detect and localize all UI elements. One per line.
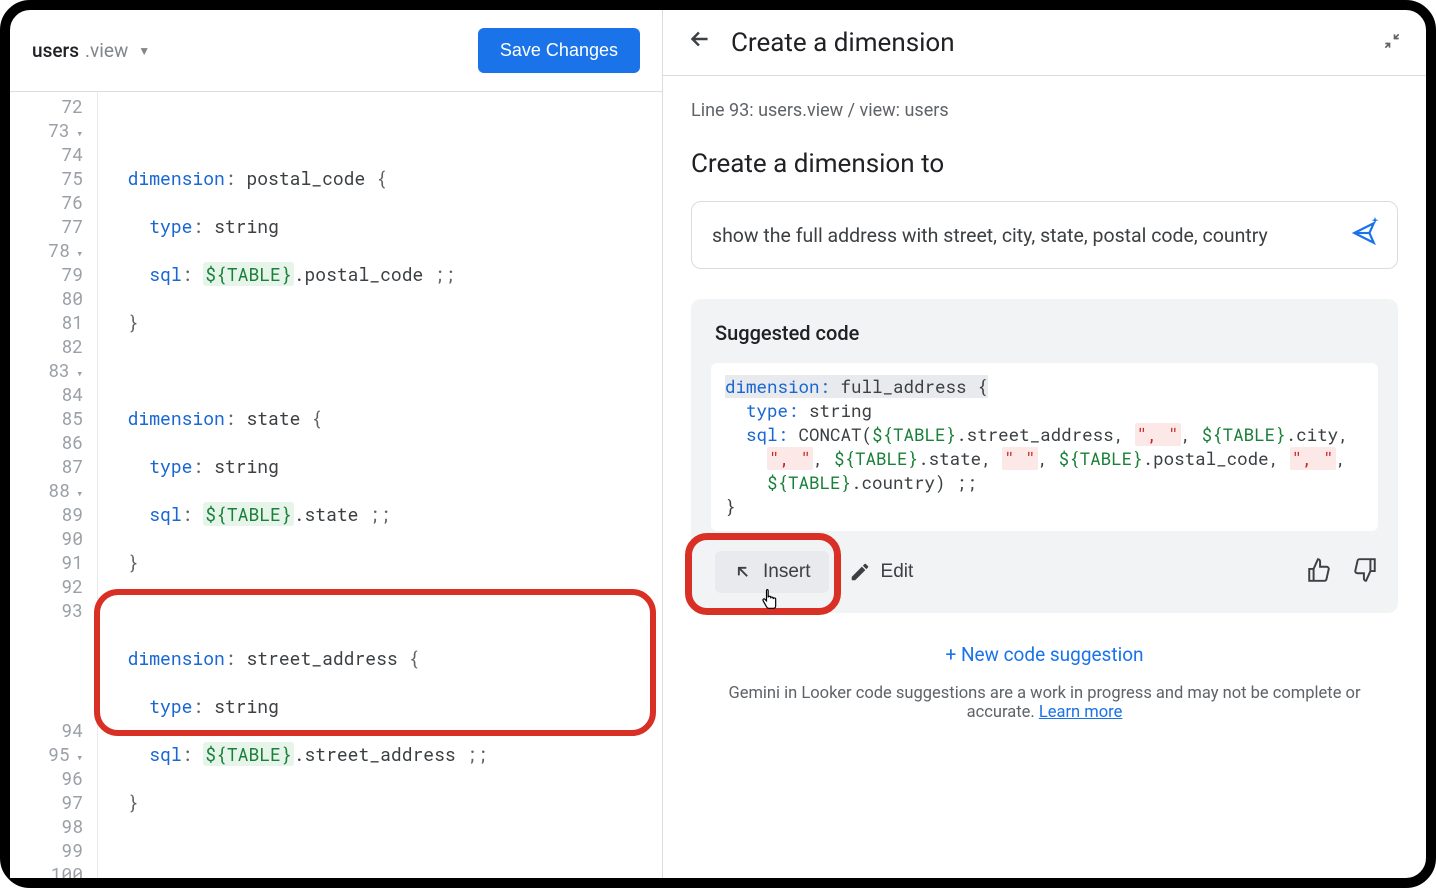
file-tab[interactable]: users .view ▼ xyxy=(32,39,150,62)
prompt-input[interactable]: show the full address with street, city,… xyxy=(691,201,1398,269)
send-button[interactable] xyxy=(1351,220,1377,250)
new-suggestion-link[interactable]: + New code suggestion xyxy=(691,643,1398,666)
ai-assistant-panel: Create a dimension Line 93: users.view /… xyxy=(663,10,1426,878)
edit-button[interactable]: Edit xyxy=(849,561,914,583)
file-ext: .view xyxy=(85,39,128,62)
pencil-icon xyxy=(849,561,871,583)
prompt-text[interactable]: show the full address with street, city,… xyxy=(712,224,1337,247)
disclaimer-text: Gemini in Looker code suggestions are a … xyxy=(691,684,1398,722)
save-button[interactable]: Save Changes xyxy=(478,28,640,73)
code-area[interactable]: 72 73 74 75 76 77 78 79 80 81 82 83 84 8… xyxy=(10,92,662,878)
editor-header: users .view ▼ Save Changes xyxy=(10,10,662,92)
code-editor-panel: users .view ▼ Save Changes 72 73 74 75 76… xyxy=(10,10,663,878)
panel-title: Create a dimension xyxy=(731,28,1364,58)
ai-header: Create a dimension xyxy=(663,10,1426,76)
learn-more-link[interactable]: Learn more xyxy=(1039,703,1122,722)
prompt-heading: Create a dimension to xyxy=(691,149,1398,179)
file-name: users xyxy=(32,39,79,62)
suggestion-card: Suggested code dimension: full_address {… xyxy=(691,299,1398,613)
code-content[interactable]: dimension: postal_code { type: string sq… xyxy=(98,92,662,878)
collapse-icon[interactable] xyxy=(1382,31,1402,55)
suggested-code: dimension: full_address { type: string s… xyxy=(711,363,1378,531)
thumbs-down-button[interactable] xyxy=(1352,557,1378,587)
suggestion-title: Suggested code xyxy=(711,321,1378,345)
line-gutter: 72 73 74 75 76 77 78 79 80 81 82 83 84 8… xyxy=(10,92,98,878)
action-row: Insert Edit xyxy=(711,551,1378,593)
chevron-down-icon: ▼ xyxy=(138,44,150,58)
insert-button[interactable]: Insert xyxy=(715,551,829,593)
insert-arrow-icon xyxy=(733,562,753,582)
breadcrumb: Line 93: users.view / view: users xyxy=(691,100,1398,121)
back-arrow-icon[interactable] xyxy=(687,26,713,59)
thumbs-up-button[interactable] xyxy=(1306,557,1332,587)
